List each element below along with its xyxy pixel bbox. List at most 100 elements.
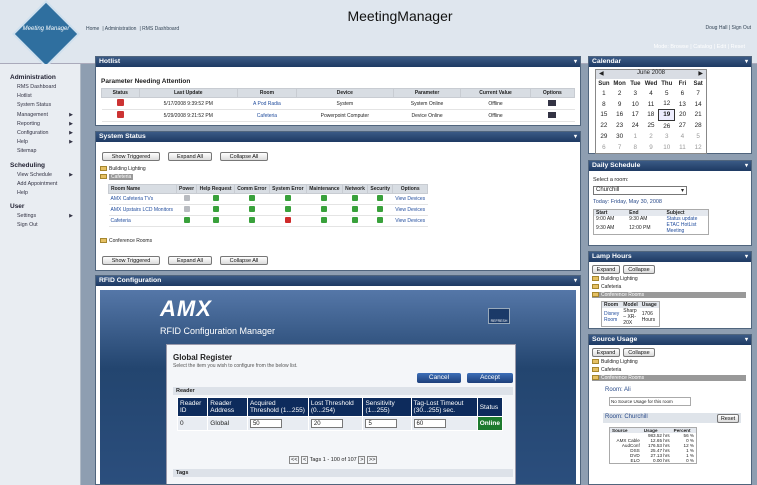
calendar-day[interactable]: 11 [643, 99, 659, 110]
expand-all-button[interactable]: Expand All [168, 152, 212, 161]
folder-cafeteria[interactable]: Cafeteria [100, 174, 134, 180]
folder-building-lighting[interactable]: Building Lighting [592, 359, 638, 365]
calendar-day[interactable]: 2 [643, 131, 659, 142]
view-devices-link[interactable]: View Devices [392, 204, 428, 216]
calendar-day[interactable]: 24 [627, 120, 643, 131]
prev-page-button[interactable]: < [300, 456, 309, 464]
room-link[interactable]: Cafeteria [237, 109, 297, 122]
nav-item-reporting[interactable]: Reporting ▶ [17, 121, 79, 127]
folder-cafeteria[interactable]: Cafeteria [592, 367, 621, 373]
calendar-day[interactable]: 4 [675, 131, 691, 142]
collapse-all-button[interactable]: Collapse All [220, 152, 268, 161]
room-name-link[interactable]: Cafeteria [108, 215, 177, 227]
nav-item-add-appointment[interactable]: Add Appointment [17, 181, 79, 187]
nav-item-sign-out[interactable]: Sign Out [17, 222, 79, 228]
nav-item-rms-dashboard[interactable]: RMS Dashboard [17, 84, 79, 90]
tag-lost-timeout-input[interactable]: 60 [413, 419, 446, 428]
calendar-day[interactable]: 20 [675, 110, 691, 121]
folder-conference-rooms[interactable]: Conference Rooms [592, 292, 746, 298]
calendar-day[interactable]: 10 [659, 142, 675, 153]
calendar-day[interactable]: 1 [627, 131, 643, 142]
expand-all-button-bottom[interactable]: Expand All [168, 256, 212, 265]
show-triggered-button-bottom[interactable]: Show Triggered [102, 256, 160, 265]
calendar-day[interactable]: 18 [643, 110, 659, 121]
lamp-collapse-button[interactable]: Collapse [623, 265, 655, 274]
calendar-day[interactable]: 8 [596, 99, 612, 110]
folder-cafeteria[interactable]: Cafeteria [592, 284, 621, 290]
calendar-day[interactable]: 9 [643, 142, 659, 153]
calendar-day[interactable]: 4 [643, 88, 659, 99]
nav-item-management[interactable]: Management ▶ [17, 112, 79, 118]
lamp-expand-button[interactable]: Expand [592, 265, 620, 274]
calendar-day[interactable]: 22 [596, 120, 612, 131]
calendar-day[interactable]: 6 [596, 142, 612, 153]
last-page-button[interactable]: >> [367, 456, 378, 464]
first-page-button[interactable]: << [289, 456, 300, 464]
calendar-day[interactable]: 21 [690, 110, 706, 121]
refresh-button[interactable]: REFRESH [488, 308, 510, 324]
room-name-link[interactable]: AMX Upstairs LCD Monitors [108, 204, 177, 216]
collapse-all-button-bottom[interactable]: Collapse All [220, 256, 268, 265]
calendar-day[interactable]: 5 [690, 131, 706, 142]
folder-conference-rooms[interactable]: Conference Rooms [100, 238, 152, 244]
calendar-day[interactable]: 10 [627, 99, 643, 110]
source-expand-button[interactable]: Expand [592, 348, 620, 357]
sensitivity-input[interactable]: 5 [365, 419, 398, 428]
calendar-day[interactable]: 28 [690, 120, 706, 131]
user-links[interactable]: Doug Hall | Sign Out [706, 25, 752, 31]
nav-item-view-schedule[interactable]: View Schedule ▶ [17, 172, 79, 178]
folder-conference-rooms[interactable]: Conference Rooms [592, 375, 746, 381]
calendar-day[interactable]: 1 [596, 88, 612, 99]
folder-building-lighting[interactable]: Building Lighting [592, 276, 638, 282]
prev-month-icon[interactable]: ◀ [599, 70, 604, 77]
calendar-day[interactable]: 8 [627, 142, 643, 153]
minimize-icon[interactable]: ▾ [745, 336, 748, 343]
view-devices-link[interactable]: View Devices [392, 193, 428, 205]
calendar-day[interactable]: 5 [659, 88, 675, 99]
calendar-day[interactable]: 27 [675, 120, 691, 131]
options-icon[interactable] [548, 99, 557, 106]
calendar-day[interactable]: 2 [612, 88, 628, 99]
room-select[interactable]: Churchill ▾ [593, 186, 687, 195]
breadcrumb-home[interactable]: Home [86, 26, 99, 32]
calendar-day[interactable]: 13 [675, 99, 691, 110]
calendar-day[interactable]: 6 [675, 88, 691, 99]
minimize-icon[interactable]: ▾ [745, 253, 748, 260]
nav-item-system-status[interactable]: System Status [17, 102, 79, 108]
minimize-icon[interactable]: ▾ [574, 133, 577, 140]
calendar-day[interactable]: 14 [690, 99, 706, 110]
calendar-day[interactable]: 3 [659, 131, 675, 142]
folder-building-lighting[interactable]: Building Lighting [100, 166, 146, 172]
calendar-day[interactable]: 26 [659, 120, 675, 131]
breadcrumb-administration[interactable]: Administration [105, 26, 137, 32]
acquired-threshold-input[interactable]: 50 [249, 419, 282, 428]
cancel-button[interactable]: Cancel [417, 373, 461, 383]
calendar-day[interactable]: 25 [643, 120, 659, 131]
minimize-icon[interactable]: ▾ [574, 58, 577, 65]
nav-item-hotlist[interactable]: Hotlist [17, 93, 79, 99]
options-icon[interactable] [548, 111, 557, 118]
calendar-day[interactable]: 9 [612, 99, 628, 110]
calendar-day[interactable]: 29 [596, 131, 612, 142]
calendar-day[interactable]: 7 [690, 88, 706, 99]
minimize-icon[interactable]: ▾ [745, 58, 748, 65]
calendar-day[interactable]: 11 [675, 142, 691, 153]
calendar-day[interactable]: 16 [612, 110, 628, 121]
calendar-day[interactable]: 3 [627, 88, 643, 99]
calendar-day[interactable]: 17 [627, 110, 643, 121]
calendar-day[interactable]: 12 [690, 142, 706, 153]
nav-item-sched-help[interactable]: Help [17, 190, 79, 196]
appointment-link[interactable]: ETAC HotList Meeting [665, 222, 709, 235]
reset-button[interactable]: Reset [717, 414, 739, 423]
source-collapse-button[interactable]: Collapse [623, 348, 655, 357]
calendar-day[interactable]: 19 [658, 109, 676, 121]
nav-item-help[interactable]: Help ▶ [17, 139, 79, 145]
calendar-day[interactable]: 7 [612, 142, 628, 153]
next-month-icon[interactable]: ▶ [698, 70, 703, 77]
calendar-day[interactable]: 23 [612, 120, 628, 131]
view-devices-link[interactable]: View Devices [392, 215, 428, 227]
next-page-button[interactable]: > [358, 456, 366, 464]
mode-bar[interactable]: Mode: Browse | Catalog | Edit | Reset [654, 44, 745, 50]
minimize-icon[interactable]: ▾ [574, 277, 577, 284]
calendar-day[interactable]: 30 [612, 131, 628, 142]
